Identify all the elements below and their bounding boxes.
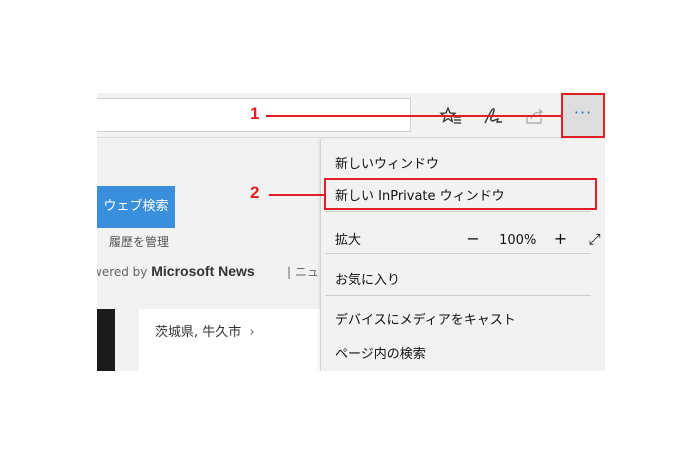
web-search-button[interactable]: ウェブ検索 <box>97 186 175 228</box>
powered-prefix: wered by <box>97 265 148 279</box>
menu-cast-media[interactable]: デバイスにメディアをキャスト <box>335 309 516 328</box>
zoom-controls: − 100% + ⤢ <box>463 229 605 248</box>
highlight-more-button <box>561 93 605 138</box>
chevron-right-icon: › <box>249 325 255 340</box>
menu-divider <box>325 211 591 212</box>
browser-viewport: ··· ウェブ検索 履歴を管理 wered by Microsoft News … <box>97 93 605 371</box>
fullscreen-icon[interactable]: ⤢ <box>585 230 605 248</box>
menu-zoom-label: 拡大 <box>335 233 362 248</box>
zoom-in-button[interactable]: + <box>550 229 570 248</box>
menu-divider <box>325 253 591 254</box>
microsoft-news-brand: Microsoft News <box>151 263 255 279</box>
separator: | <box>287 265 292 279</box>
zoom-level: 100% <box>499 233 537 248</box>
callout-number-1: 1 <box>250 104 260 123</box>
manage-history-link[interactable]: 履歴を管理 <box>109 233 169 250</box>
callout-number-2: 2 <box>250 183 260 202</box>
zoom-out-button[interactable]: − <box>463 229 483 248</box>
settings-menu: 新しいウィンドウ 新しい InPrivate ウィンドウ 拡大 − 100% +… <box>320 139 605 371</box>
weather-location-label: 茨城県, 牛久市 <box>155 325 242 340</box>
weather-location[interactable]: 茨城県, 牛久市 › <box>155 321 255 340</box>
menu-new-window[interactable]: 新しいウィンドウ <box>335 153 439 172</box>
highlight-inprivate-item <box>324 178 597 210</box>
powered-by-line: wered by Microsoft News <box>97 263 255 279</box>
menu-find-on-page[interactable]: ページ内の検索 <box>335 343 426 362</box>
news-thumbnail[interactable] <box>97 309 115 371</box>
callout-line-2 <box>269 194 324 196</box>
menu-divider <box>325 295 591 296</box>
callout-line-1 <box>266 115 561 117</box>
menu-favorites[interactable]: お気に入り <box>335 269 400 288</box>
